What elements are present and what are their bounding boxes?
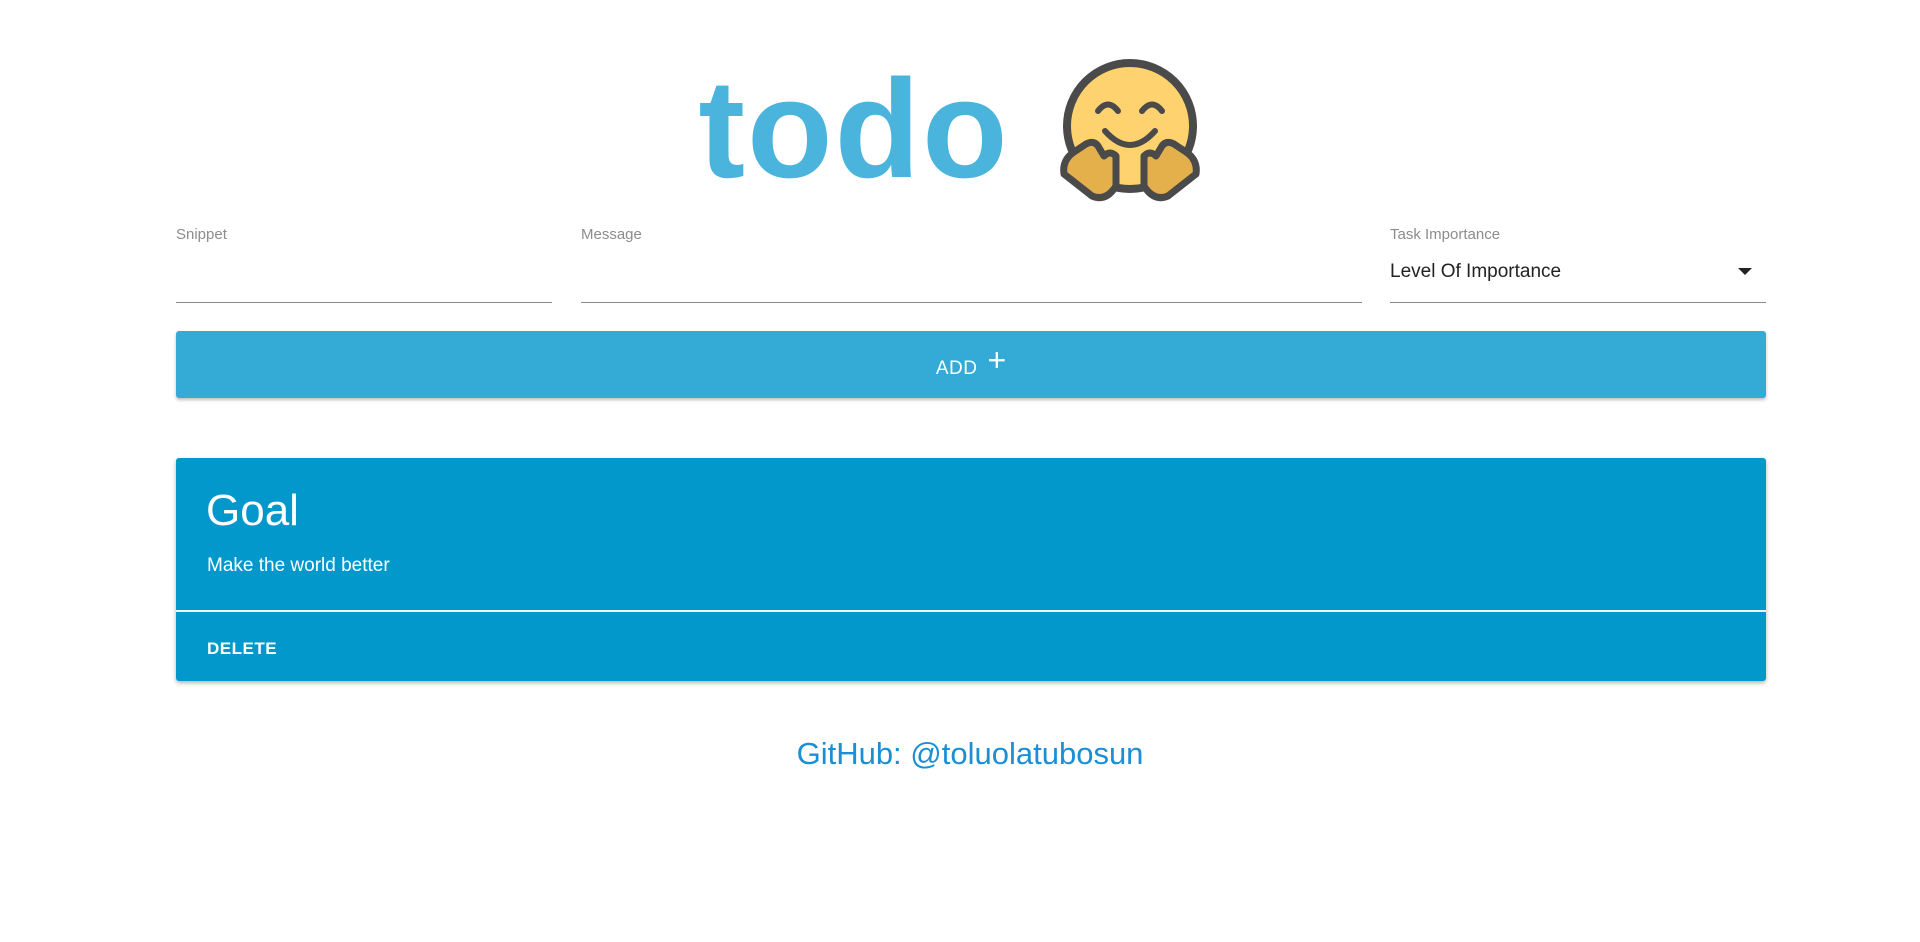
- header: todo: [0, 56, 1920, 206]
- snippet-label: Snippet: [176, 226, 227, 243]
- todo-card: Goal Make the world better DELETE: [176, 458, 1766, 681]
- importance-select[interactable]: Task Importance Level Of Importance: [1390, 226, 1766, 303]
- snippet-field: Snippet: [176, 226, 552, 303]
- card-divider: [176, 610, 1766, 612]
- message-input[interactable]: [581, 266, 1362, 298]
- message-label: Message: [581, 226, 642, 243]
- snippet-input[interactable]: [176, 266, 552, 298]
- plus-icon: +: [987, 341, 1007, 378]
- add-button-label: ADD: [935, 357, 978, 379]
- todo-title: Goal: [206, 486, 299, 535]
- dropdown-caret-icon: [1738, 268, 1752, 275]
- todo-message: Make the world better: [207, 555, 390, 576]
- page: todo Snippet Message Task Importance Lev…: [0, 0, 1920, 942]
- importance-label: Task Importance: [1390, 226, 1501, 243]
- footer: GitHub: @toluolatubosun: [10, 736, 1920, 772]
- message-field: Message: [581, 226, 1362, 303]
- app-title: todo: [698, 50, 1010, 207]
- hugging-face-icon: [1059, 59, 1200, 202]
- github-link[interactable]: GitHub: @toluolatubosun: [797, 736, 1144, 771]
- delete-button[interactable]: DELETE: [207, 639, 277, 659]
- todo-form: Snippet Message Task Importance Level Of…: [176, 226, 1766, 303]
- importance-selected-value: Level Of Importance: [1390, 261, 1562, 282]
- add-button[interactable]: ADD +: [176, 331, 1766, 398]
